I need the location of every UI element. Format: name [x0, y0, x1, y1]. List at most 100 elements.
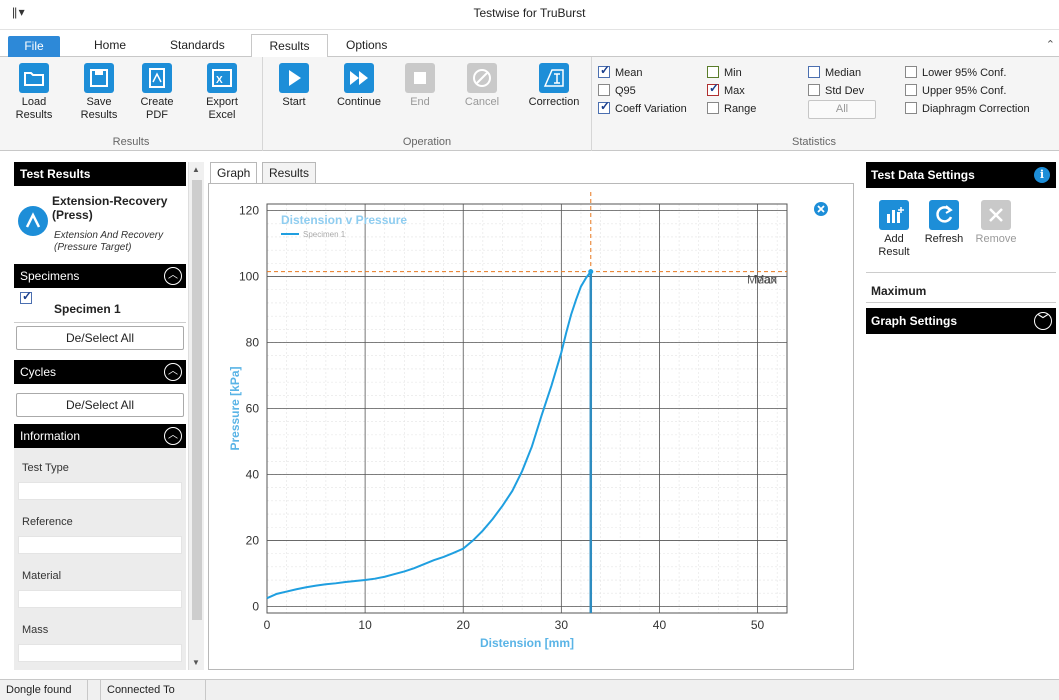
range-checkbox[interactable]: Range — [707, 102, 756, 116]
results-group-label: Results — [112, 136, 150, 148]
mass-label: Mass — [22, 624, 49, 636]
chevron-down-icon[interactable]: ﹀ — [1034, 312, 1052, 330]
test-type-field[interactable] — [18, 482, 182, 500]
min-checkbox-box[interactable] — [707, 66, 719, 78]
ribbon-collapse-icon[interactable]: ⌃ — [1046, 38, 1055, 51]
correction-button[interactable]: Correction — [523, 63, 585, 109]
diaphragm-correction-label: Diaphragm Correction — [922, 103, 1030, 115]
x-tick-label: 0 — [264, 618, 271, 632]
std-dev-checkbox-box[interactable] — [808, 84, 820, 96]
export-excel-button[interactable]: X Export Excel — [196, 63, 248, 122]
x-axis-label: Distension [mm] — [480, 636, 574, 650]
info-icon[interactable]: i — [1034, 167, 1050, 183]
mean-checkbox-box[interactable] — [598, 64, 610, 78]
diaphragm-correction-checkbox-box[interactable] — [905, 102, 917, 114]
upper-95-conf-checkbox-box[interactable] — [905, 84, 917, 96]
cycles-header[interactable]: Cycles ︿ — [14, 360, 186, 384]
diaphragm-correction-checkbox[interactable]: Diaphragm Correction — [905, 102, 1030, 116]
chevron-up-icon[interactable]: ︿ — [164, 363, 182, 381]
median-checkbox[interactable]: Median — [808, 66, 861, 80]
specimens-deselect-all-button[interactable]: De/Select All — [16, 326, 184, 350]
left-scrollbar[interactable]: ▲ ▼ — [188, 162, 204, 670]
material-field[interactable] — [18, 590, 182, 608]
save-results-label: Save Results — [80, 96, 118, 121]
cycles-deselect-all-button[interactable]: De/Select All — [16, 393, 184, 417]
specimens-header[interactable]: Specimens ︿ — [14, 264, 186, 288]
tab-graph[interactable]: Graph — [210, 162, 258, 184]
cancel-button[interactable]: Cancel — [456, 63, 508, 109]
window-title: Testwise for TruBurst — [473, 6, 586, 20]
start-button[interactable]: Start — [268, 63, 320, 109]
y-tick-label: 80 — [246, 336, 260, 350]
mean-checkbox[interactable]: Mean — [598, 64, 643, 80]
test-subtitle: Extension And Recovery (Pressure Target) — [54, 230, 164, 253]
upper-95-conf-checkbox[interactable]: Upper 95% Conf. — [905, 84, 1006, 98]
divider — [866, 272, 1056, 273]
chevron-up-icon[interactable]: ︿ — [164, 427, 182, 445]
specimen-1-checkbox-box[interactable] — [20, 290, 32, 304]
max-checkbox-box[interactable] — [707, 82, 719, 96]
chart-title: Distension v Pressure — [281, 213, 407, 227]
specimen-1-checkbox[interactable] — [20, 290, 37, 306]
test-data-settings-panel: Test Data Settings i Add Result Refresh … — [866, 162, 1059, 670]
create-pdf-label: Create PDF — [140, 96, 174, 121]
range-label: Range — [724, 103, 757, 115]
add-result-label: Add Result — [878, 233, 910, 258]
divider — [14, 322, 186, 323]
test-type-label: Test Type — [22, 462, 69, 474]
cancel-icon — [467, 63, 497, 93]
graph-settings-header[interactable]: Graph Settings ﹀ — [866, 308, 1056, 334]
lower-95-conf-checkbox[interactable]: Lower 95% Conf. — [905, 66, 1006, 80]
dongle-status: Dongle found — [0, 680, 88, 700]
end-button[interactable]: End — [394, 63, 446, 109]
tab-results[interactable]: Results — [251, 34, 328, 58]
ribbon-group-results: Load Results Save Results Create PDF X E… — [0, 57, 263, 151]
chevron-up-icon[interactable]: ︿ — [164, 267, 182, 285]
specimen-1-label: Specimen 1 — [54, 302, 121, 316]
cancel-label: Cancel — [464, 96, 500, 108]
information-header[interactable]: Information ︿ — [14, 424, 186, 448]
extension-recovery-icon — [18, 206, 48, 236]
create-pdf-button[interactable]: Create PDF — [131, 63, 183, 122]
range-checkbox-box[interactable] — [707, 102, 719, 114]
remove-button[interactable]: Remove — [971, 200, 1021, 246]
tab-results-view[interactable]: Results — [262, 162, 317, 184]
save-results-button[interactable]: Save Results — [73, 63, 125, 122]
std-dev-checkbox[interactable]: Std Dev — [808, 84, 864, 98]
graph-area: Graph Results 0 10 20 30 40 50 0 20 40 60 80 100 120… — [208, 162, 854, 670]
scrollbar-thumb[interactable] — [192, 180, 202, 620]
q95-label: Q95 — [615, 85, 636, 97]
coeff-variation-checkbox-box[interactable] — [598, 100, 610, 114]
all-button[interactable]: All — [808, 100, 876, 119]
tab-file[interactable]: File — [8, 36, 60, 57]
median-checkbox-box[interactable] — [808, 66, 820, 78]
pressure-distension-chart[interactable]: 0 10 20 30 40 50 0 20 40 60 80 100 120 Distension [mm… — [209, 184, 853, 669]
lower-95-conf-checkbox-box[interactable] — [905, 66, 917, 78]
max-checkbox[interactable]: Max — [707, 82, 745, 98]
tab-standards[interactable]: Standards — [160, 34, 235, 57]
tab-options[interactable]: Options — [336, 34, 397, 57]
y-tick-label: 40 — [246, 467, 260, 481]
q95-checkbox[interactable]: Q95 — [598, 84, 636, 98]
min-label: Min — [724, 67, 742, 79]
add-result-button[interactable]: Add Result — [869, 200, 919, 259]
mass-field[interactable] — [18, 644, 182, 662]
maximum-label: Maximum — [871, 284, 927, 298]
test-name: Extension-Recovery (Press) — [52, 194, 168, 222]
tab-home[interactable]: Home — [84, 34, 136, 57]
q95-checkbox-box[interactable] — [598, 84, 610, 96]
test-data-settings-header: Test Data Settings i — [866, 162, 1056, 188]
y-tick-label: 60 — [246, 402, 260, 416]
y-tick-label: 120 — [239, 204, 259, 218]
reference-label: Reference — [22, 516, 73, 528]
x-tick-label: 50 — [751, 618, 765, 632]
reference-field[interactable] — [18, 536, 182, 554]
coeff-variation-checkbox[interactable]: Coeff Variation — [598, 100, 687, 116]
min-checkbox[interactable]: Min — [707, 66, 742, 80]
refresh-button[interactable]: Refresh — [919, 200, 969, 246]
scroll-down-icon[interactable]: ▼ — [192, 658, 200, 667]
continue-button[interactable]: Continue — [333, 63, 385, 109]
load-results-button[interactable]: Load Results — [8, 63, 60, 122]
pdf-icon — [142, 63, 172, 93]
scroll-up-icon[interactable]: ▲ — [192, 165, 200, 174]
